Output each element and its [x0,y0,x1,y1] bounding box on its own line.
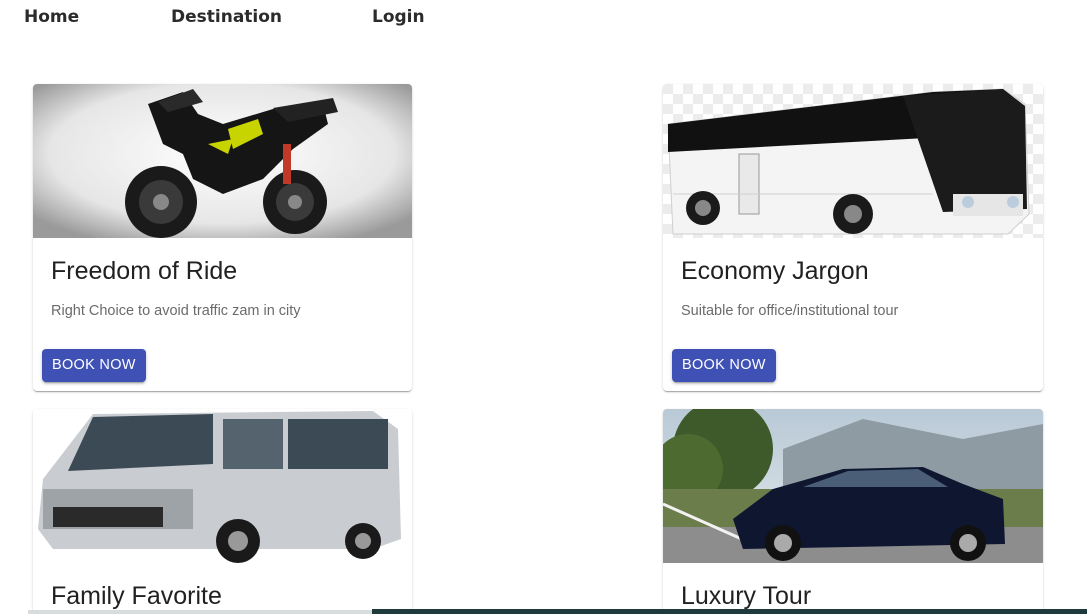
horizontal-scrollbar-track[interactable] [28,610,372,614]
bus-image[interactable] [663,84,1043,238]
card-luxury-tour: Luxury Tour [663,409,1043,614]
card-description: Right Choice to avoid traffic zam in cit… [51,303,301,319]
nav-destination-link[interactable]: Destination [171,7,282,27]
card-economy-jargon: Economy Jargon Suitable for office/insti… [663,84,1043,391]
card-family-favorite: Family Favorite [33,409,412,614]
card-title: Luxury Tour [681,582,812,610]
card-title: Freedom of Ride [51,257,238,285]
book-now-button[interactable]: BOOK NOW [42,349,146,382]
card-title: Family Favorite [51,582,222,610]
card-description: Suitable for office/institutional tour [681,303,899,319]
motorcycle-image[interactable] [33,84,412,238]
card-title: Economy Jargon [681,257,869,285]
van-image[interactable] [33,409,412,563]
nav-login-link[interactable]: Login [372,7,425,27]
bottom-edge-bar [372,609,1087,614]
page: Home Destination Login Freedom of Ride R… [0,0,1087,614]
top-navigation: Home Destination Login [0,0,1087,40]
book-now-button[interactable]: BOOK NOW [672,349,776,382]
card-freedom-of-ride: Freedom of Ride Right Choice to avoid tr… [33,84,412,391]
nav-home-link[interactable]: Home [24,7,79,27]
sedan-image[interactable] [663,409,1043,563]
